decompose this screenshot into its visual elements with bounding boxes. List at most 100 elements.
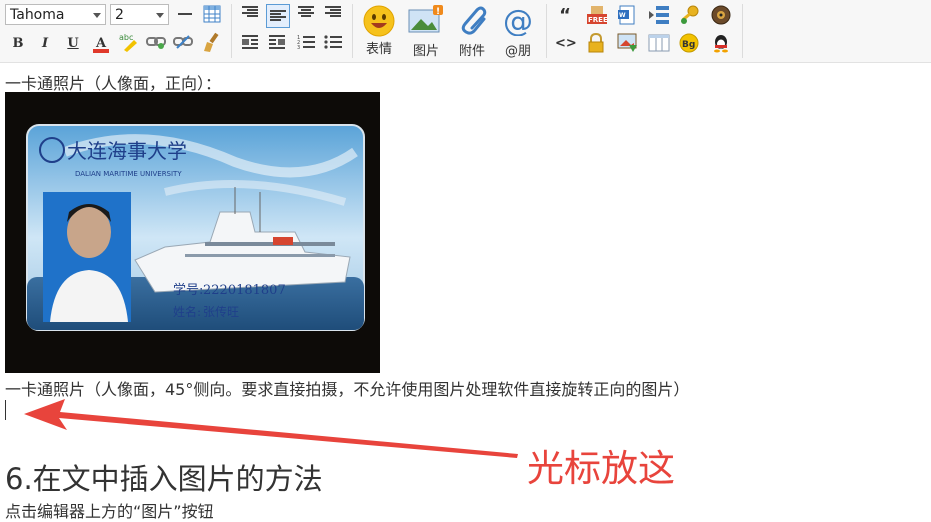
align-left-active-button[interactable] — [266, 4, 290, 28]
svg-text:abc: abc — [119, 33, 133, 42]
brush-icon — [204, 32, 219, 52]
columns-icon — [648, 34, 670, 52]
align-right-icon — [242, 6, 258, 17]
svg-text:A: A — [95, 36, 107, 51]
key-icon — [681, 5, 699, 24]
horizontal-rule-icon — [178, 13, 192, 15]
clear-format-button[interactable] — [201, 32, 221, 52]
link-button[interactable] — [146, 34, 166, 54]
attachment-button-label: 附件 — [458, 44, 485, 59]
chevron-down-icon — [93, 13, 101, 18]
font-family-select[interactable]: Tahoma — [5, 4, 106, 25]
smiley-icon — [363, 5, 395, 37]
font-size-value: 2 — [115, 7, 124, 23]
font-color-button[interactable]: A — [91, 34, 111, 54]
paperclip-icon — [461, 6, 487, 35]
svg-text:!: ! — [436, 7, 440, 17]
unlink-button[interactable] — [173, 34, 193, 54]
align-left-icon — [270, 10, 286, 21]
card-name-label: 姓名: — [173, 304, 201, 319]
media-button[interactable] — [711, 5, 731, 25]
media-disc-icon — [711, 5, 731, 25]
background-button[interactable]: Bg — [679, 33, 699, 53]
align-center-button[interactable] — [296, 5, 316, 25]
red-arrow — [24, 399, 518, 458]
background-color-button[interactable]: abc — [118, 32, 138, 52]
bg-badge-icon: Bg — [679, 33, 699, 53]
link-icon — [146, 37, 166, 49]
toolbar-separator — [352, 4, 353, 58]
mention-button-label: @朋 — [504, 44, 531, 59]
free-tag-icon: FREE — [587, 6, 608, 24]
bold-button[interactable]: B — [8, 34, 28, 54]
image-icon: ! — [408, 5, 443, 33]
table-icon — [203, 5, 221, 23]
toolbar-separator — [231, 4, 232, 58]
editor-toolbar: Tahoma 2 B I U A abc 1 2 3 表情 ! 图片 附件 @ … — [0, 0, 931, 63]
svg-text:@: @ — [503, 4, 533, 36]
indent-icon — [649, 6, 669, 24]
font-family-value: Tahoma — [10, 7, 65, 23]
image-download-icon — [617, 33, 637, 52]
instruction-text: 点击编辑器上方的“图片”按钮 — [5, 502, 214, 521]
password-button[interactable] — [679, 5, 699, 25]
indent-button[interactable] — [648, 5, 669, 25]
card-university-cn: 大连海事大学 — [67, 139, 187, 163]
card-name-value: 张传旺 — [203, 304, 239, 319]
float-left-icon — [242, 35, 258, 49]
free-badge-text: FREE — [588, 16, 608, 24]
italic-button[interactable]: I — [35, 34, 55, 54]
code-button[interactable]: <> — [555, 34, 577, 54]
at-sign-icon: @ — [503, 4, 533, 39]
ordered-list-icon: 123 — [297, 35, 315, 50]
editor-content-area[interactable]: 一卡通照片（人像面，正向）： 大连海事大学 DALIAN MARITIME UN… — [0, 62, 931, 521]
image-download-button[interactable] — [617, 33, 637, 53]
ordered-list-button[interactable]: 123 — [296, 34, 316, 54]
caption-front: 一卡通照片（人像面，正向）： — [5, 74, 222, 93]
word-document-icon: W — [618, 5, 635, 25]
cursor-annotation-label: 光标放这 — [527, 447, 675, 490]
table-button[interactable] — [202, 5, 222, 25]
toolbar-separator — [742, 4, 743, 58]
card-student-id: 2220181807 — [203, 283, 286, 298]
card-university-en: DALIAN MARITIME UNIVERSITY — [75, 170, 182, 178]
highlighter-icon: abc — [119, 33, 137, 52]
image-button-label: 图片 — [412, 44, 439, 59]
code-icon: <> — [555, 36, 577, 51]
mention-button[interactable]: @ @朋 — [498, 4, 538, 59]
font-color-icon: A — [93, 36, 109, 53]
quote-icon: “ — [559, 5, 571, 26]
uploaded-card-photo[interactable]: 大连海事大学 DALIAN MARITIME UNIVERSITY 学号: 22… — [5, 92, 380, 373]
svg-text:3: 3 — [297, 45, 300, 50]
attachment-button[interactable]: 附件 — [452, 4, 492, 59]
unlink-icon — [173, 35, 193, 49]
align-justify-icon — [325, 6, 341, 17]
font-size-select[interactable]: 2 — [110, 4, 169, 25]
float-right-button[interactable] — [267, 34, 287, 54]
svg-text:W: W — [619, 12, 626, 19]
unordered-list-button[interactable] — [323, 34, 343, 54]
word-paste-button[interactable]: W — [617, 5, 637, 25]
align-justify-button[interactable] — [323, 5, 343, 25]
unordered-list-icon — [324, 35, 342, 49]
image-button[interactable]: ! 图片 — [406, 4, 446, 59]
student-card-image: 大连海事大学 DALIAN MARITIME UNIVERSITY 学号: 22… — [5, 92, 380, 373]
bg-badge-text: Bg — [682, 40, 695, 50]
lock-icon — [588, 33, 604, 53]
emoji-button[interactable]: 表情 — [359, 4, 399, 57]
card-student-id-label: 学号: — [173, 282, 203, 298]
columns-button[interactable] — [648, 33, 670, 53]
chevron-down-icon — [156, 13, 164, 18]
float-right-icon — [269, 35, 285, 49]
align-left-button[interactable] — [240, 5, 260, 25]
free-button[interactable]: FREE — [586, 4, 608, 24]
hide-content-button[interactable] — [586, 33, 606, 53]
qq-button[interactable] — [711, 33, 731, 53]
section-heading: 6.在文中插入图片的方法 — [5, 462, 323, 496]
float-left-button[interactable] — [240, 34, 260, 54]
emoji-button-label: 表情 — [365, 42, 392, 57]
quote-button[interactable]: “ — [555, 6, 575, 26]
qq-penguin-icon — [714, 35, 728, 53]
horizontal-rule-button[interactable] — [175, 5, 195, 25]
underline-button[interactable]: U — [63, 34, 83, 54]
